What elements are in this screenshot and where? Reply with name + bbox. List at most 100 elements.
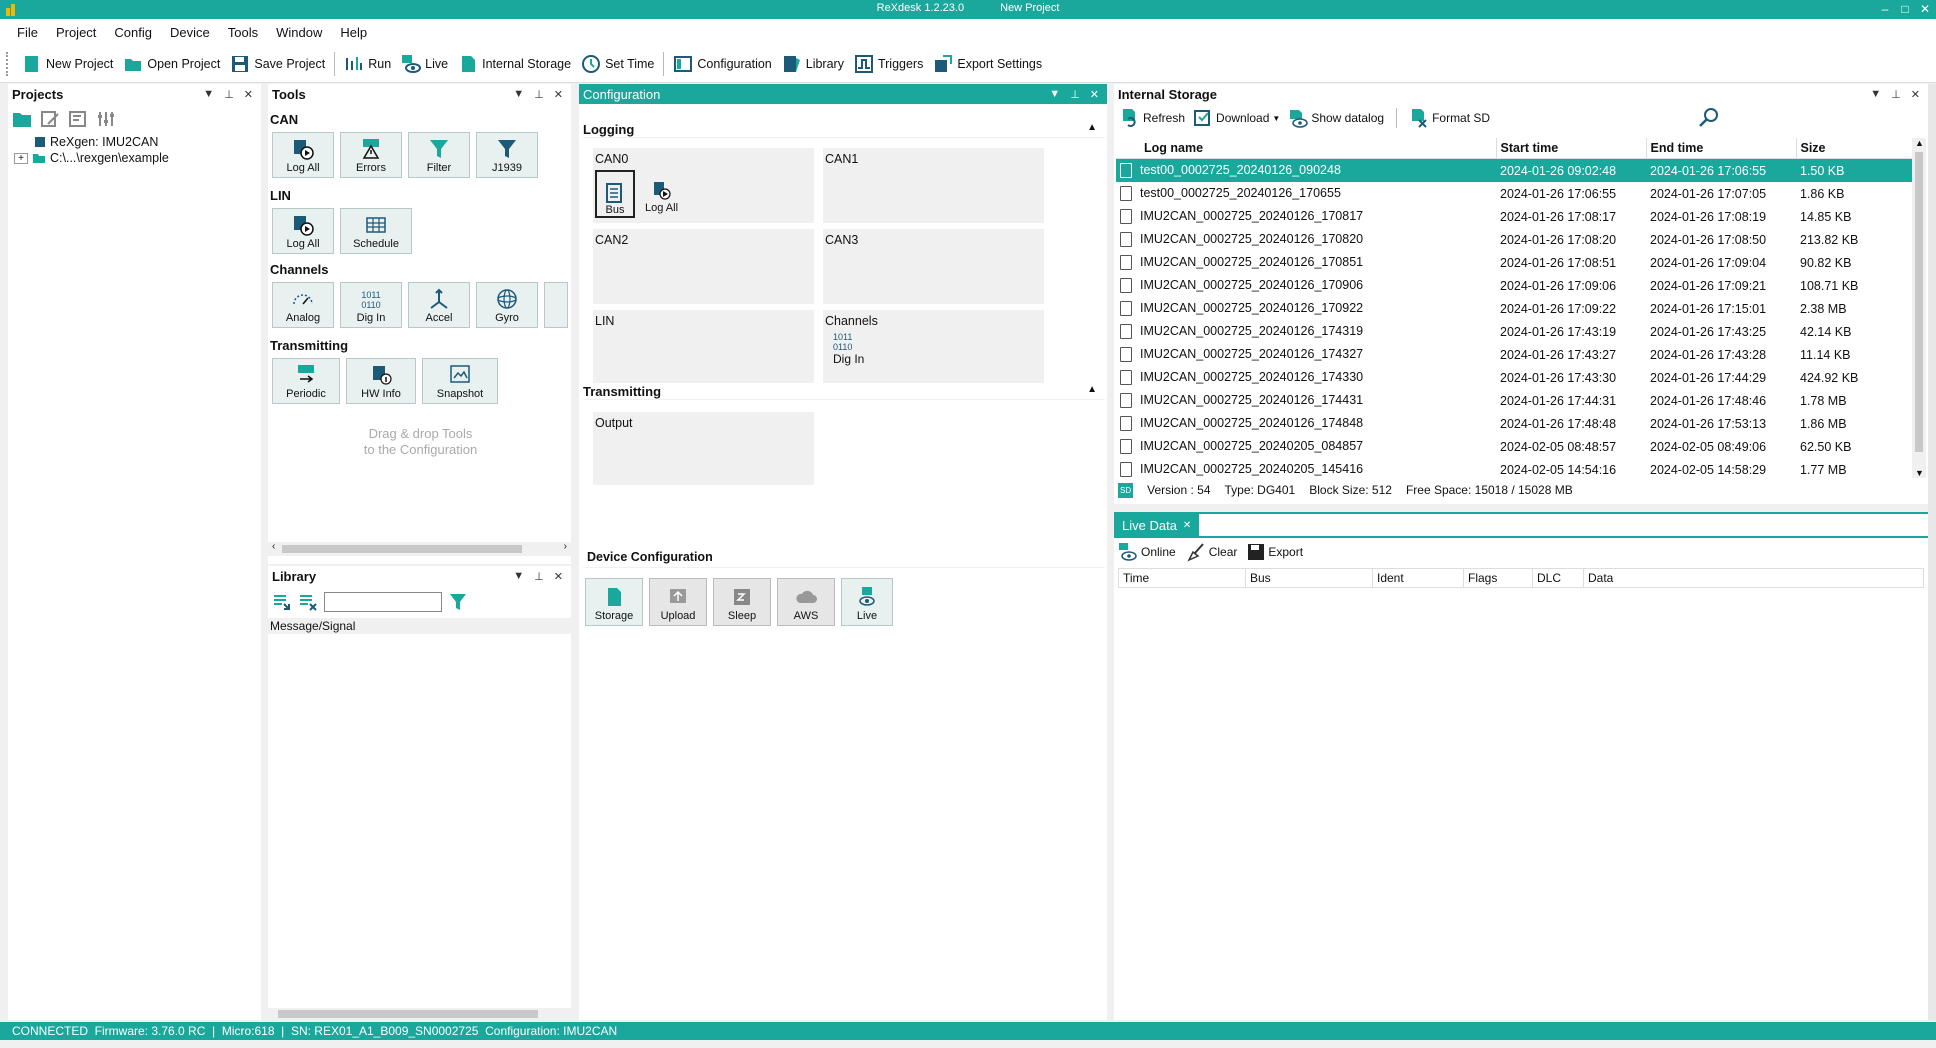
column-end-time[interactable]: End time <box>1646 138 1797 159</box>
close-tab-icon[interactable]: ✕ <box>1183 520 1191 531</box>
channels-dig-in-tool[interactable]: 1011 0110 Dig In <box>823 332 1044 366</box>
scroll-right-icon[interactable]: › <box>564 541 567 552</box>
dropdown-arrow-icon[interactable]: ▼ <box>203 88 214 101</box>
tool-channel-accel[interactable]: Accel <box>408 282 470 328</box>
pin-icon[interactable]: ⊥ <box>1891 88 1901 101</box>
export-settings-button[interactable]: Export Settings <box>928 50 1047 78</box>
storage-search-input[interactable] <box>1506 107 1691 129</box>
library-search-input[interactable] <box>324 592 442 612</box>
column-ident[interactable]: Ident <box>1373 569 1464 587</box>
collapse-icon[interactable]: ▲ <box>1087 384 1097 395</box>
dropdown-arrow-icon[interactable]: ▼ <box>1049 88 1060 101</box>
window-right-scrollbar[interactable] <box>1928 84 1936 1020</box>
table-row[interactable]: test00_0002725_20240126_090248 2024-01-26… <box>1116 158 1912 182</box>
can1-slot[interactable]: CAN1 <box>823 148 1044 223</box>
folder-icon[interactable] <box>12 110 32 128</box>
table-row[interactable]: IMU2CAN_0002725_20240126_170817 2024-01-2… <box>1116 205 1912 228</box>
close-icon[interactable]: ✕ <box>554 88 563 101</box>
menu-config[interactable]: Config <box>105 25 161 40</box>
scroll-left-icon[interactable]: ‹ <box>272 541 275 552</box>
column-start-time[interactable]: Start time <box>1496 138 1647 159</box>
tool-channel-gyro[interactable]: Gyro <box>476 282 538 328</box>
close-icon[interactable]: ✕ <box>554 570 563 583</box>
close-icon[interactable]: ✕ <box>244 88 253 101</box>
column-data[interactable]: Data <box>1584 569 1923 587</box>
storage-vertical-scrollbar[interactable]: ▲ ▼ <box>1912 138 1926 478</box>
menu-project[interactable]: Project <box>47 25 105 40</box>
close-icon[interactable]: ✕ <box>1090 88 1099 101</box>
column-time[interactable]: Time <box>1119 569 1246 587</box>
column-log-name[interactable]: Log name <box>1116 138 1497 159</box>
table-row[interactable]: IMU2CAN_0002725_20240126_174848 2024-01-2… <box>1116 412 1912 435</box>
menu-window[interactable]: Window <box>267 25 331 40</box>
scroll-thumb[interactable] <box>282 545 522 553</box>
tool-can-errors[interactable]: Errors <box>340 132 402 178</box>
maximize-button[interactable]: □ <box>1898 1 1912 17</box>
device-upload-button[interactable]: Upload <box>649 578 707 626</box>
table-row[interactable]: IMU2CAN_0002725_20240126_170922 2024-01-2… <box>1116 297 1912 320</box>
can3-slot[interactable]: CAN3 <box>823 229 1044 304</box>
new-project-button[interactable]: New Project <box>17 50 118 78</box>
pin-icon[interactable]: ⊥ <box>534 570 544 583</box>
table-row[interactable]: IMU2CAN_0002725_20240126_174319 2024-01-2… <box>1116 320 1912 343</box>
tab-live-data[interactable]: Live Data ✕ <box>1114 514 1200 536</box>
open-project-button[interactable]: Open Project <box>118 50 225 78</box>
table-row[interactable]: IMU2CAN_0002725_20240205_145416 2024-02-0… <box>1116 458 1912 478</box>
scroll-down-icon[interactable]: ▼ <box>1915 468 1924 478</box>
tool-can-log-all[interactable]: Log All <box>272 132 334 178</box>
tool-snapshot[interactable]: Snapshot <box>422 358 498 404</box>
table-row[interactable]: IMU2CAN_0002725_20240126_170851 2024-01-2… <box>1116 251 1912 274</box>
live-button[interactable]: Live <box>396 50 453 78</box>
column-dlc[interactable]: DLC <box>1533 569 1584 587</box>
dropdown-arrow-icon[interactable]: ▼ <box>1272 114 1280 123</box>
run-button[interactable]: Run <box>339 50 396 78</box>
can0-bus-tool[interactable]: Bus <box>595 170 635 218</box>
tree-item-folder[interactable]: + C:\...\rexgen\example <box>14 150 261 166</box>
menu-file[interactable]: File <box>8 25 47 40</box>
menu-device[interactable]: Device <box>161 25 219 40</box>
expander-icon[interactable]: + <box>14 152 28 164</box>
minimize-button[interactable]: – <box>1878 1 1892 17</box>
library-horizontal-scrollbar[interactable] <box>268 1008 571 1020</box>
dropdown-arrow-icon[interactable]: ▼ <box>1870 88 1881 101</box>
device-aws-button[interactable]: AWS <box>777 578 835 626</box>
show-datalog-button[interactable]: Show datalog <box>1288 108 1384 128</box>
online-button[interactable]: Online <box>1118 542 1176 562</box>
column-size[interactable]: Size <box>1796 138 1912 159</box>
tool-periodic[interactable]: Periodic <box>272 358 340 404</box>
column-flags[interactable]: Flags <box>1464 569 1533 587</box>
close-window-button[interactable]: ✕ <box>1918 1 1932 17</box>
logging-section-header[interactable]: Logging ▲ <box>583 122 1105 138</box>
download-button[interactable]: Download ▼ <box>1193 108 1280 128</box>
lin-slot[interactable]: LIN <box>593 310 814 383</box>
output-slot[interactable]: Output <box>593 412 814 485</box>
search-icon[interactable] <box>1698 107 1720 129</box>
configuration-button[interactable]: Configuration <box>668 50 776 78</box>
scroll-thumb[interactable] <box>1915 152 1923 452</box>
tool-channel-partial[interactable] <box>544 282 568 328</box>
column-bus[interactable]: Bus <box>1246 569 1373 587</box>
import-library-icon[interactable] <box>272 592 292 612</box>
device-storage-button[interactable]: Storage <box>585 578 643 626</box>
save-project-button[interactable]: Save Project <box>225 50 330 78</box>
tools-horizontal-scrollbar[interactable]: ‹ › <box>268 541 571 556</box>
filter-icon[interactable] <box>448 592 468 612</box>
table-row[interactable]: IMU2CAN_0002725_20240126_174327 2024-01-2… <box>1116 343 1912 366</box>
tree-config-icon[interactable] <box>68 110 88 128</box>
tool-channel-analog[interactable]: Analog <box>272 282 334 328</box>
transmitting-section-header[interactable]: Transmitting ▲ <box>583 384 1105 400</box>
tool-can-filter[interactable]: Filter <box>408 132 470 178</box>
tree-item-device[interactable]: ReXgen: IMU2CAN <box>14 134 261 150</box>
edit-list-icon[interactable] <box>40 110 60 128</box>
remove-library-icon[interactable] <box>298 592 318 612</box>
refresh-button[interactable]: Refresh <box>1120 108 1185 128</box>
table-row[interactable]: IMU2CAN_0002725_20240126_174431 2024-01-2… <box>1116 389 1912 412</box>
library-button[interactable]: Library <box>777 50 849 78</box>
close-icon[interactable]: ✕ <box>1911 88 1920 101</box>
pin-icon[interactable]: ⊥ <box>534 88 544 101</box>
table-row[interactable]: IMU2CAN_0002725_20240126_170820 2024-01-2… <box>1116 228 1912 251</box>
channels-slot[interactable]: Channels 1011 0110 Dig In <box>823 310 1044 383</box>
collapse-icon[interactable]: ▲ <box>1087 122 1097 133</box>
tool-lin-schedule[interactable]: Schedule <box>340 208 412 254</box>
table-row[interactable]: IMU2CAN_0002725_20240126_170906 2024-01-2… <box>1116 274 1912 297</box>
